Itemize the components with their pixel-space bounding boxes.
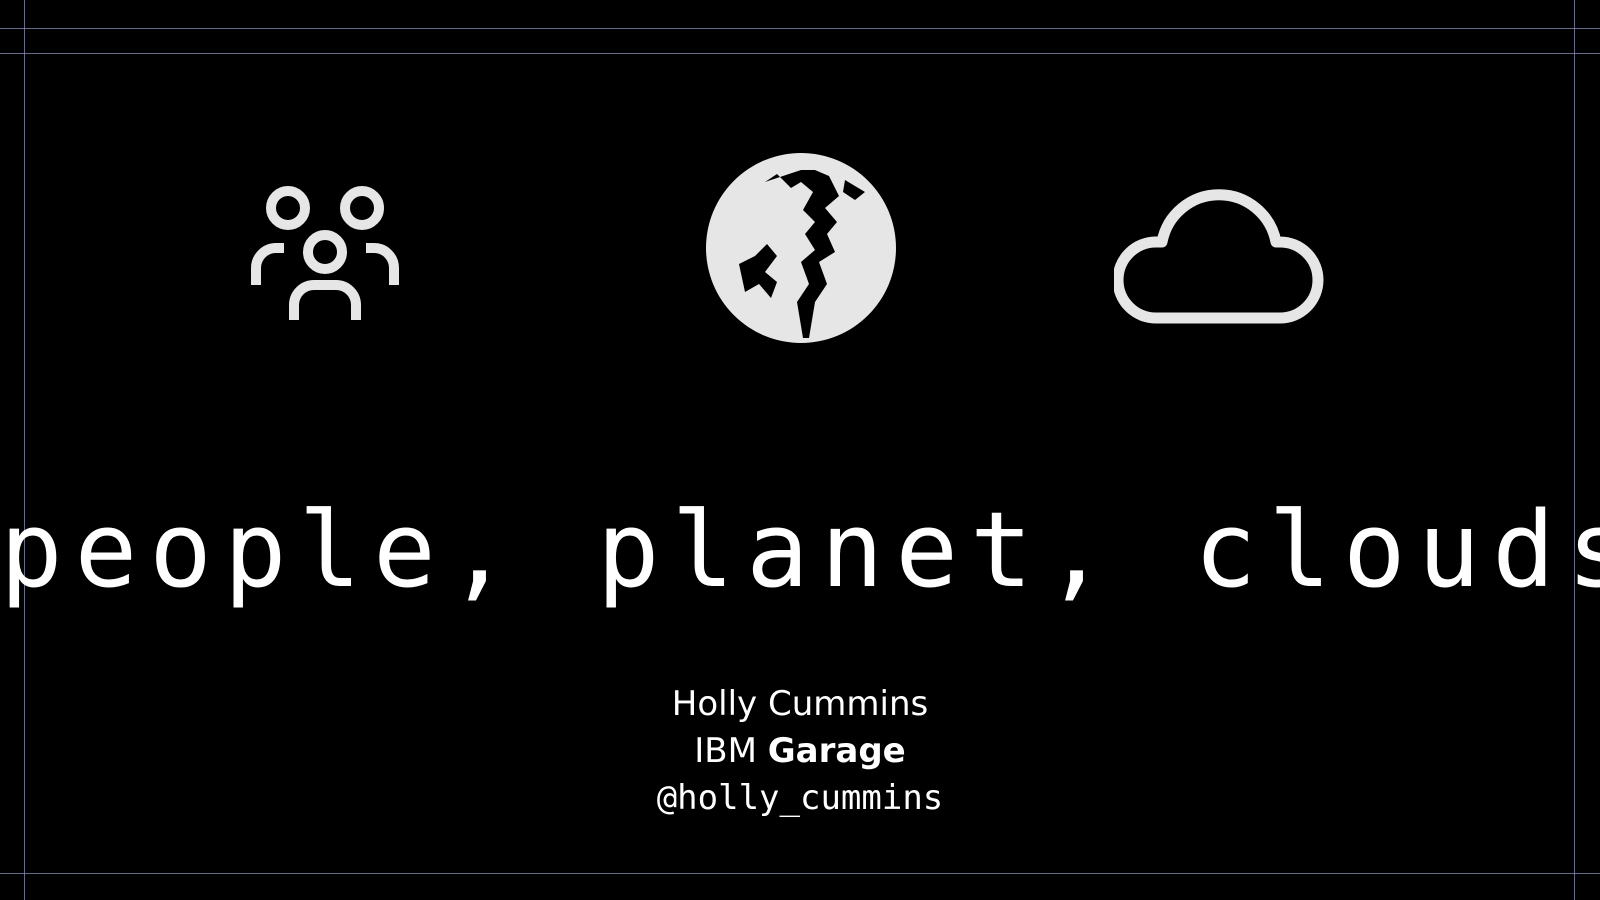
author-name: Holly Cummins [671,684,929,724]
organization-name: Garage [767,731,906,771]
guide-line-top-1 [0,28,1600,29]
globe-icon [705,152,897,344]
guide-line-bottom [0,873,1600,874]
organization-prefix: IBM [694,731,757,771]
author-handle: @holly_cummins [656,778,944,818]
people-icon [250,180,400,325]
cloud-icon [1114,170,1326,330]
slide-title: people, planet, clouds [0,489,1600,611]
guide-line-top-2 [0,53,1600,54]
author-organization: IBM Garage [0,731,1600,771]
